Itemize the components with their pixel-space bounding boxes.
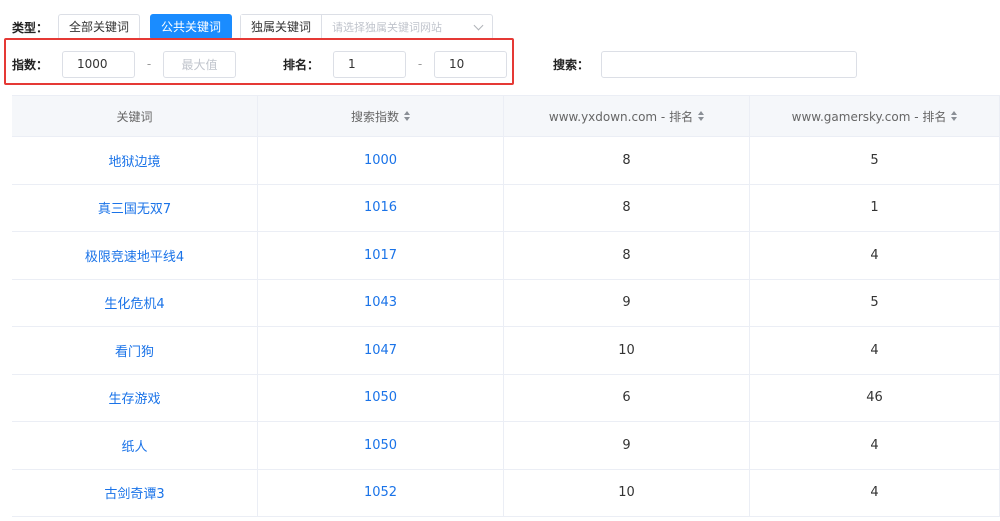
keyword-link[interactable]: 古剑奇谭3 <box>12 469 258 516</box>
search-index-link[interactable]: 1000 <box>258 137 504 184</box>
yxdown-rank-cell: 8 <box>504 232 750 279</box>
table-row: 极限竞速地平线4 1017 8 4 <box>12 232 1000 280</box>
gamersky-rank-cell: 4 <box>750 422 1000 469</box>
column-header-gamersky-rank[interactable]: www.gamersky.com - 排名 <box>750 96 1000 136</box>
search-index-link[interactable]: 1052 <box>258 469 504 516</box>
rank-min-input[interactable]: 1 <box>333 50 407 78</box>
table-row: 真三国无双7 1016 8 1 <box>12 184 1000 232</box>
table-row: 看门狗 1047 10 4 <box>12 327 1000 375</box>
exclusive-keywords-group: 独属关键词 请选择独属关键词网站 <box>240 14 494 40</box>
index-min-input[interactable]: 1000 <box>62 50 136 78</box>
site-select[interactable]: 请选择独属关键词网站 <box>322 15 492 39</box>
table-row: 纸人 1050 9 4 <box>12 422 1000 470</box>
gamersky-rank-cell: 5 <box>750 137 1000 184</box>
index-label: 指数： <box>12 57 49 72</box>
all-keywords-button[interactable]: 全部关键词 <box>58 14 141 40</box>
yxdown-rank-cell: 6 <box>504 374 750 421</box>
gamersky-rank-cell: 4 <box>750 232 1000 279</box>
rank-label: 排名： <box>283 57 320 72</box>
exclusive-keywords-button[interactable]: 独属关键词 <box>241 15 323 39</box>
gamersky-rank-cell: 5 <box>750 279 1000 326</box>
rank-max-input[interactable]: 10 <box>434 50 508 78</box>
table-row: 生存游戏 1050 6 46 <box>12 374 1000 422</box>
yxdown-rank-cell: 8 <box>504 137 750 184</box>
search-input[interactable] <box>601 50 858 78</box>
index-range-dash: - <box>146 57 152 71</box>
keyword-link[interactable]: 极限竞速地平线4 <box>12 232 258 279</box>
site-select-placeholder: 请选择独属关键词网站 <box>332 21 443 34</box>
search-label: 搜索： <box>553 57 590 72</box>
gamersky-rank-cell: 46 <box>750 374 1000 421</box>
keyword-link[interactable]: 生化危机4 <box>12 279 258 326</box>
gamersky-rank-cell: 4 <box>750 327 1000 374</box>
sort-icon[interactable] <box>404 111 410 121</box>
sort-icon[interactable] <box>951 111 958 121</box>
yxdown-rank-cell: 9 <box>504 279 750 326</box>
column-header-keyword: 关键词 <box>12 96 258 136</box>
chevron-down-icon <box>473 20 484 30</box>
public-keywords-button[interactable]: 公共关键词 <box>150 14 233 40</box>
table-row: 地狱边境 1000 8 5 <box>12 137 1000 185</box>
search-index-link[interactable]: 1047 <box>258 327 504 374</box>
rank-range-dash: - <box>417 57 423 71</box>
keyword-table: 关键词 搜索指数 www.yxdown.com - 排名 www.gamersk… <box>12 95 1000 517</box>
table-row: 生化危机4 1043 9 5 <box>12 279 1000 327</box>
yxdown-rank-cell: 10 <box>504 327 750 374</box>
table-row: 古剑奇谭3 1052 10 4 <box>12 469 1000 517</box>
keyword-link[interactable]: 看门狗 <box>12 327 258 374</box>
index-max-input[interactable]: 最大值 <box>163 50 237 78</box>
yxdown-rank-cell: 8 <box>504 184 750 231</box>
gamersky-rank-cell: 1 <box>750 184 1000 231</box>
column-header-search-index[interactable]: 搜索指数 <box>258 96 504 136</box>
search-index-link[interactable]: 1043 <box>258 279 504 326</box>
search-index-link[interactable]: 1050 <box>258 374 504 421</box>
yxdown-rank-cell: 10 <box>504 469 750 516</box>
search-index-link[interactable]: 1050 <box>258 422 504 469</box>
keyword-link[interactable]: 生存游戏 <box>12 374 258 421</box>
search-index-link[interactable]: 1016 <box>258 184 504 231</box>
keyword-link[interactable]: 真三国无双7 <box>12 184 258 231</box>
column-header-yxdown-rank[interactable]: www.yxdown.com - 排名 <box>504 96 750 136</box>
sort-icon[interactable] <box>698 111 705 121</box>
range-filter-row: 指数： 1000 - 最大值 排名： 1 - 10 搜索： <box>12 50 858 78</box>
search-index-link[interactable]: 1017 <box>258 232 504 279</box>
gamersky-rank-cell: 4 <box>750 469 1000 516</box>
yxdown-rank-cell: 9 <box>504 422 750 469</box>
keyword-link[interactable]: 纸人 <box>12 422 258 469</box>
table-header: 关键词 搜索指数 www.yxdown.com - 排名 www.gamersk… <box>12 96 1000 137</box>
keyword-link[interactable]: 地狱边境 <box>12 137 258 184</box>
type-label: 类型： <box>12 20 49 35</box>
type-filter-row: 类型： 全部关键词 公共关键词 独属关键词 请选择独属关键词网站 <box>12 13 494 41</box>
